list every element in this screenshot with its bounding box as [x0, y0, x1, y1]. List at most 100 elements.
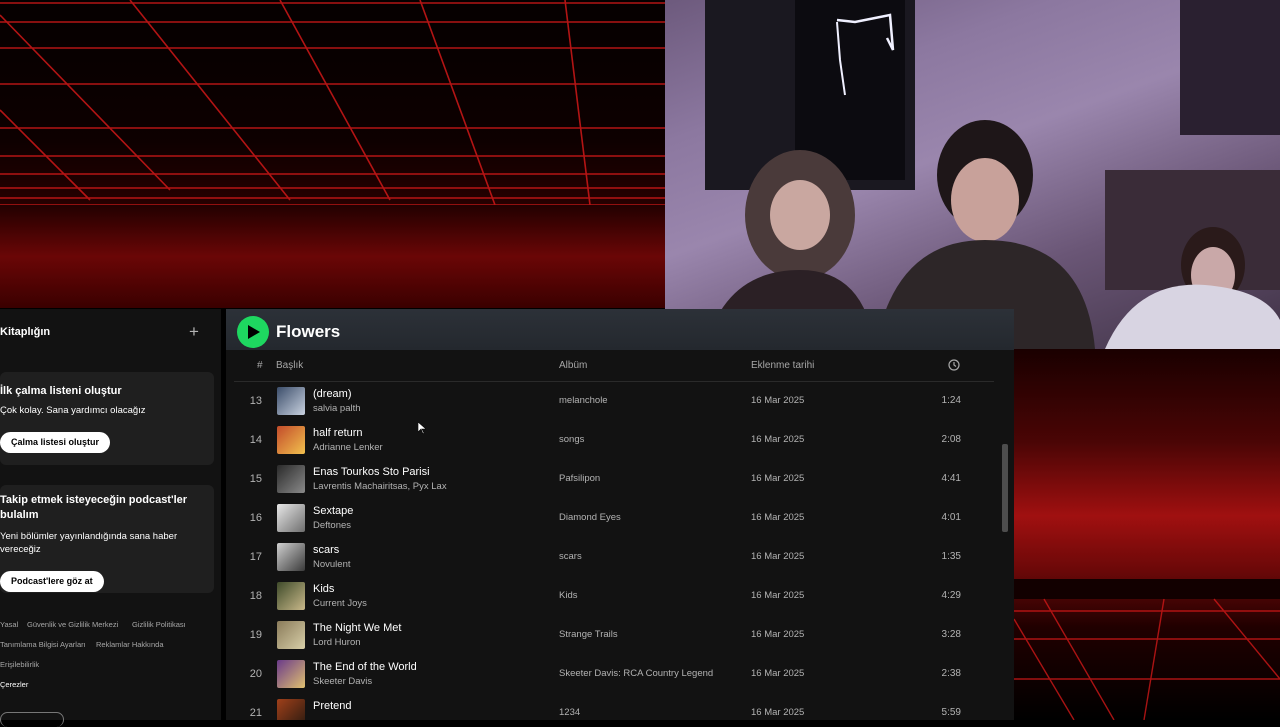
track-number: 14 [249, 434, 262, 446]
track-album[interactable]: Skeeter Davis: RCA Country Legend [559, 668, 713, 679]
album-art [277, 504, 305, 532]
clock-icon[interactable] [948, 359, 960, 371]
track-row[interactable]: 20 The End of the World Skeeter Davis Skeet… [226, 655, 996, 694]
track-album[interactable]: melanchole [559, 395, 608, 406]
album-art [277, 621, 305, 649]
track-date-added: 16 Mar 2025 [751, 473, 805, 484]
album-art [277, 699, 305, 720]
playlist-title: Flowers [276, 322, 341, 341]
track-number: 18 [249, 590, 262, 602]
track-number: 15 [249, 473, 262, 485]
track-row[interactable]: 14 half return Adrianne Lenker songs 16 Mar … [226, 421, 996, 460]
track-artist[interactable]: Lord Huron [313, 637, 361, 648]
album-art [277, 465, 305, 493]
footer-link-safety[interactable]: Güvenlik ve Gizlilik Merkezi [27, 620, 118, 629]
card-subtitle: Yeni bölümler yayınlandığında sana haber… [0, 531, 178, 555]
track-title[interactable]: Enas Tourkos Sto Parisi [313, 466, 430, 478]
track-row[interactable]: 19 The Night We Met Lord Huron Strange Trai… [226, 616, 996, 655]
card-title: İlk çalma listeni oluştur [0, 385, 122, 397]
background-grid-image [0, 0, 665, 308]
track-date-added: 16 Mar 2025 [751, 668, 805, 679]
track-duration: 1:24 [941, 395, 961, 406]
track-duration: 4:41 [941, 473, 961, 484]
background-scenery-image [1014, 349, 1280, 720]
track-artist[interactable]: salvia palth [313, 403, 361, 414]
track-number: 17 [249, 551, 262, 563]
track-artist[interactable]: Lavrentis Machairitsas, Pyx Lax [313, 481, 447, 492]
plus-icon[interactable]: + [189, 322, 199, 342]
track-number: 13 [249, 395, 262, 407]
track-title[interactable]: Sextape [313, 505, 353, 517]
track-date-added: 16 Mar 2025 [751, 629, 805, 640]
album-art [277, 543, 305, 571]
track-artist[interactable]: Skeeter Davis [313, 676, 372, 687]
track-album[interactable]: scars [559, 551, 582, 562]
track-artist[interactable]: Current Joys [313, 598, 367, 609]
track-album[interactable]: Strange Trails [559, 629, 618, 640]
playlist-panel: Flowers # Başlık Albüm Eklenme tarihi 13… [226, 309, 1014, 720]
footer-link-accessibility[interactable]: Erişilebilirlik [0, 660, 39, 669]
track-duration: 3:28 [941, 629, 961, 640]
track-duration: 2:08 [941, 434, 961, 445]
card-title: Takip etmek isteyeceğin podcast'ler bula… [0, 494, 188, 521]
track-number: 21 [249, 707, 262, 719]
column-header-number: # [257, 360, 263, 371]
webcam-feed [665, 0, 1280, 349]
track-album[interactable]: songs [559, 434, 584, 445]
track-date-added: 16 Mar 2025 [751, 551, 805, 562]
track-title[interactable]: scars [313, 544, 339, 556]
track-date-added: 16 Mar 2025 [751, 512, 805, 523]
column-header-date-added[interactable]: Eklenme tarihi [751, 360, 814, 371]
track-title[interactable]: Kids [313, 583, 334, 595]
find-podcasts-card: Takip etmek isteyeceğin podcast'ler bula… [0, 485, 214, 593]
track-album[interactable]: Pafsilipon [559, 473, 600, 484]
track-artist[interactable]: Adrianne Lenker [313, 442, 383, 453]
track-row[interactable]: 13 (dream) salvia palth melanchole 16 Mar 20… [226, 382, 996, 421]
browse-podcasts-button[interactable]: Podcast'lere göz at [0, 571, 104, 592]
track-artist[interactable]: Novulent [313, 559, 351, 570]
track-number: 16 [249, 512, 262, 524]
track-row[interactable]: 15 Enas Tourkos Sto Parisi Lavrentis Macha… [226, 460, 996, 499]
footer-link-cookies[interactable]: Çerezler [0, 680, 28, 689]
track-row[interactable]: 17 scars Novulent scars 16 Mar 2025 1:35 [226, 538, 996, 577]
footer-link-privacy[interactable]: Gizlilik Politikası [132, 620, 186, 629]
play-button[interactable] [237, 316, 269, 348]
track-duration: 2:38 [941, 668, 961, 679]
track-duration: 5:59 [941, 707, 961, 718]
track-album[interactable]: Diamond Eyes [559, 512, 621, 523]
track-album[interactable]: Kids [559, 590, 577, 601]
track-title[interactable]: The End of the World [313, 661, 417, 673]
column-header-title[interactable]: Başlık [276, 360, 303, 371]
footer-link-legal[interactable]: Yasal [0, 620, 18, 629]
track-number: 20 [249, 668, 262, 680]
track-title[interactable]: half return [313, 427, 363, 439]
track-duration: 4:29 [941, 590, 961, 601]
track-date-added: 16 Mar 2025 [751, 434, 805, 445]
track-album[interactable]: 1234 [559, 707, 580, 718]
play-icon [248, 325, 260, 339]
library-title: Kitaplığın [0, 326, 51, 338]
album-art [277, 387, 305, 415]
track-row[interactable]: 21 Pretend 1234 16 Mar 2025 5:59 [226, 694, 996, 720]
track-title[interactable]: (dream) [313, 388, 352, 400]
album-art [277, 660, 305, 688]
track-date-added: 16 Mar 2025 [751, 590, 805, 601]
playlist-header-bar: Flowers [226, 309, 1014, 350]
create-playlist-button[interactable]: Çalma listesi oluştur [0, 432, 111, 453]
footer-link-cookie-settings[interactable]: Tanımlama Bilgisi Ayarları [0, 640, 86, 649]
scrollbar[interactable] [1002, 444, 1008, 532]
footer-link-ads[interactable]: Reklamlar Hakkında [96, 640, 164, 649]
create-playlist-card: İlk çalma listeni oluştur Çok kolay. San… [0, 372, 214, 465]
column-header-album[interactable]: Albüm [559, 360, 587, 371]
track-artist[interactable]: Deftones [313, 520, 351, 531]
album-art [277, 426, 305, 454]
track-duration: 4:01 [941, 512, 961, 523]
track-title[interactable]: The Night We Met [313, 622, 401, 634]
album-art [277, 582, 305, 610]
track-duration: 1:35 [941, 551, 961, 562]
library-panel: Kitaplığın + İlk çalma listeni oluştur Ç… [0, 309, 221, 727]
track-date-added: 16 Mar 2025 [751, 395, 805, 406]
track-title[interactable]: Pretend [313, 700, 352, 712]
track-row[interactable]: 18 Kids Current Joys Kids 16 Mar 2025 4:29 [226, 577, 996, 616]
track-row[interactable]: 16 Sextape Deftones Diamond Eyes 16 Mar 2025… [226, 499, 996, 538]
